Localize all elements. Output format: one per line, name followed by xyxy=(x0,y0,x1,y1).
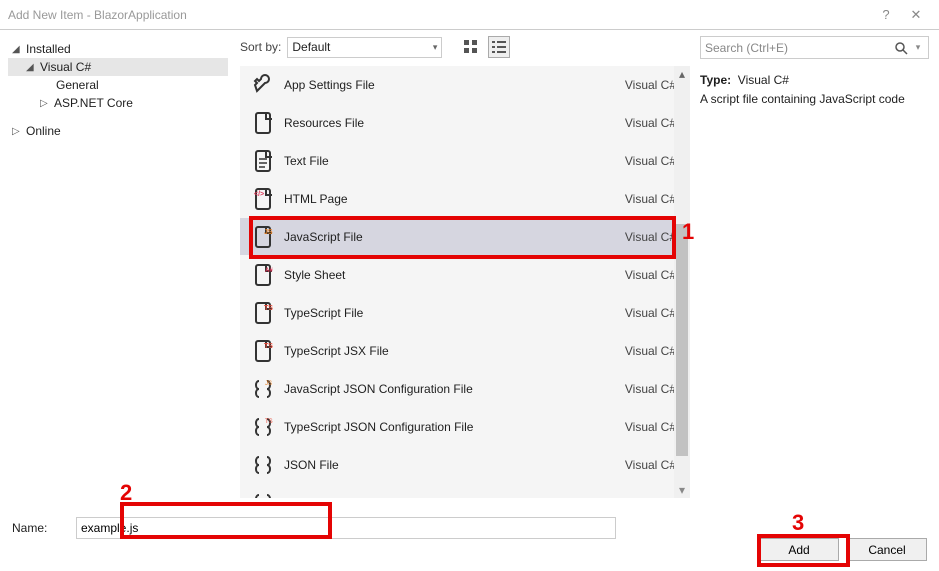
template-item[interactable]: JSJavaScript JSON Configuration FileVisu… xyxy=(240,370,690,408)
file-type-icon: TS xyxy=(248,339,278,363)
template-detail: Type: Visual C# A script file containing… xyxy=(700,59,929,109)
template-item[interactable]: App Settings FileVisual C# xyxy=(240,66,690,104)
cancel-button[interactable]: Cancel xyxy=(847,538,927,561)
svg-text:JS: JS xyxy=(264,229,273,236)
chevron-down-icon: ▾ xyxy=(433,42,438,53)
file-type-icon: </> xyxy=(248,187,278,211)
sort-bar: Sort by: Default ▾ xyxy=(240,30,690,66)
close-button[interactable]: ✕ xyxy=(901,7,931,23)
template-label: JavaScript JSON Configuration File xyxy=(278,382,625,396)
callout-number-1: 1 xyxy=(682,219,694,245)
expand-icon: ▷ xyxy=(40,98,54,109)
template-label: TypeScript File xyxy=(278,306,625,320)
template-label: TypeScript JSON Configuration File xyxy=(278,420,625,434)
template-label: JSON File xyxy=(278,458,625,472)
search-icon xyxy=(894,41,912,55)
template-item[interactable]: JSON FileVisual C# xyxy=(240,446,690,484)
file-type-icon: JS xyxy=(248,377,278,401)
template-label: Resources File xyxy=(278,116,625,130)
tree-visual-csharp[interactable]: ◢ Visual C# xyxy=(8,58,228,76)
tree-label: Installed xyxy=(26,42,71,56)
tree-aspnet-core[interactable]: ▷ ASP.NET Core xyxy=(8,94,228,112)
help-button[interactable]: ? xyxy=(871,7,901,22)
name-input[interactable] xyxy=(76,517,616,539)
search-input[interactable]: Search (Ctrl+E) ▾ xyxy=(700,36,929,59)
type-value: Visual C# xyxy=(738,73,789,87)
template-item[interactable]: JSJavaScript FileVisual C# xyxy=(240,218,690,256)
svg-text:TS: TS xyxy=(264,305,273,312)
file-type-icon: JS xyxy=(248,225,278,249)
sort-dropdown[interactable]: Default ▾ xyxy=(287,37,442,58)
sort-label: Sort by: xyxy=(240,40,281,54)
template-label: JavaScript File xyxy=(278,230,625,244)
template-label: App Settings File xyxy=(278,78,625,92)
file-type-icon xyxy=(248,73,278,97)
file-type-icon: TS xyxy=(248,301,278,325)
scrollbar-thumb[interactable] xyxy=(676,224,688,456)
svg-text:A#: A# xyxy=(265,268,273,274)
collapse-icon: ◢ xyxy=(12,44,26,55)
callout-number-2: 2 xyxy=(120,480,132,506)
search-placeholder: Search (Ctrl+E) xyxy=(705,41,894,55)
tree-label: Online xyxy=(26,124,61,138)
tree-label: ASP.NET Core xyxy=(54,96,133,110)
grid-icon xyxy=(464,40,478,54)
expand-icon: ▷ xyxy=(12,126,26,137)
window-title: Add New Item - BlazorApplication xyxy=(8,8,871,22)
tree-online[interactable]: ▷ Online xyxy=(8,122,228,140)
list-icon xyxy=(492,40,506,54)
svg-text:TS: TS xyxy=(265,419,273,425)
type-label: Type: xyxy=(700,73,731,87)
view-large-icons-button[interactable] xyxy=(460,36,482,58)
template-label: TypeScript JSX File xyxy=(278,344,625,358)
tree-label: General xyxy=(56,78,99,92)
template-item[interactable]: TSTypeScript JSX FileVisual C# xyxy=(240,332,690,370)
template-item[interactable]: Resources FileVisual C# xyxy=(240,104,690,142)
svg-text:TS: TS xyxy=(264,343,273,350)
template-item[interactable]: A#Style SheetVisual C# xyxy=(240,256,690,294)
file-type-icon: A# xyxy=(248,263,278,287)
search-dropdown-icon[interactable]: ▾ xyxy=(912,42,924,53)
view-list-button[interactable] xyxy=(488,36,510,58)
template-label: HTML Page xyxy=(278,192,625,206)
file-type-icon: TS xyxy=(248,415,278,439)
file-type-icon xyxy=(248,491,278,499)
type-description: A script file containing JavaScript code xyxy=(700,90,929,109)
template-item[interactable]: JSON Schema FileVisual C# xyxy=(240,484,690,498)
name-label: Name: xyxy=(12,521,60,535)
svg-text:</>: </> xyxy=(254,191,264,198)
file-type-icon xyxy=(248,453,278,477)
collapse-icon: ◢ xyxy=(26,62,40,73)
scroll-down-icon[interactable]: ▾ xyxy=(674,482,690,498)
template-label: Text File xyxy=(278,154,625,168)
template-list-pane: Sort by: Default ▾ App Settings FileVisu… xyxy=(240,30,690,498)
svg-text:JS: JS xyxy=(265,381,272,387)
main-area: ◢ Installed ◢ Visual C# General ▷ ASP.NE… xyxy=(0,30,939,498)
template-item[interactable]: TSTypeScript JSON Configuration FileVisu… xyxy=(240,408,690,446)
scrollbar[interactable]: ▴ ▾ xyxy=(674,66,690,498)
template-item[interactable]: </>HTML PageVisual C# xyxy=(240,180,690,218)
file-type-icon xyxy=(248,111,278,135)
tree-label: Visual C# xyxy=(40,60,91,74)
template-list: App Settings FileVisual C#Resources File… xyxy=(240,66,690,498)
template-item[interactable]: Text FileVisual C# xyxy=(240,142,690,180)
detail-pane: Search (Ctrl+E) ▾ Type: Visual C# A scri… xyxy=(690,30,939,498)
tree-general[interactable]: General xyxy=(8,76,228,94)
add-button[interactable]: Add xyxy=(759,538,839,561)
callout-number-3: 3 xyxy=(792,510,804,536)
tree-installed[interactable]: ◢ Installed xyxy=(8,40,228,58)
titlebar: Add New Item - BlazorApplication ? ✕ xyxy=(0,0,939,30)
file-type-icon xyxy=(248,149,278,173)
sort-value: Default xyxy=(292,40,330,54)
template-item[interactable]: TSTypeScript FileVisual C# xyxy=(240,294,690,332)
scroll-up-icon[interactable]: ▴ xyxy=(674,66,690,82)
template-label: Style Sheet xyxy=(278,268,625,282)
category-tree: ◢ Installed ◢ Visual C# General ▷ ASP.NE… xyxy=(0,30,240,498)
